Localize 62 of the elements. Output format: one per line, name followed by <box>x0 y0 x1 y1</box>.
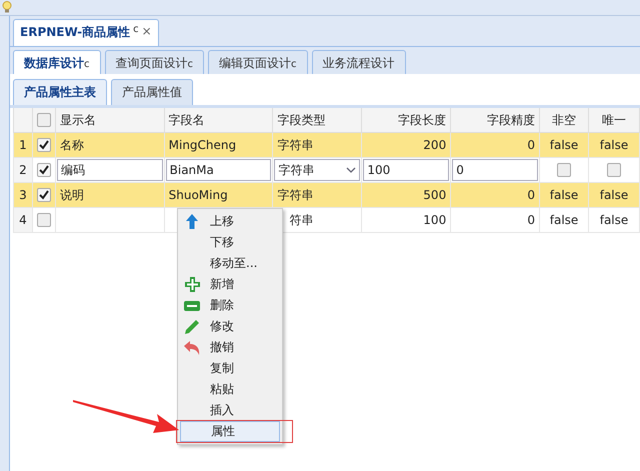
table-cell: false <box>600 188 628 202</box>
table-cell: 0 <box>527 138 536 152</box>
checkbox[interactable] <box>36 113 51 128</box>
table-cell: 200 <box>423 138 446 152</box>
table-cell: false <box>550 213 578 227</box>
tab[interactable]: 查询页面设计c <box>104 50 204 74</box>
tab[interactable]: 数据库设计c <box>13 50 100 74</box>
menu-item[interactable]: 新增 <box>180 274 280 295</box>
checkbox[interactable] <box>36 163 51 178</box>
table-cell: 0 <box>527 188 536 202</box>
pencil-icon <box>185 320 199 334</box>
column-header[interactable]: 字段名 <box>168 112 205 126</box>
checkbox[interactable] <box>557 163 572 178</box>
checkbox[interactable] <box>36 213 51 228</box>
input-field[interactable]: 100 <box>363 159 450 181</box>
menu-item[interactable]: 插入 <box>180 400 280 421</box>
input-field[interactable]: 编码 <box>56 159 163 181</box>
table-cell: 字符串 <box>277 188 314 202</box>
table-cell: 0 <box>527 213 536 227</box>
menu-item[interactable]: 移动至... <box>180 253 280 274</box>
menu-item[interactable]: 撤销 <box>180 337 280 358</box>
table-cell: 字符串 <box>277 138 314 152</box>
document-tab[interactable]: ERPNEW-商品属性 c × <box>13 19 159 46</box>
undo-icon <box>184 340 200 354</box>
tab[interactable]: 产品属性主表 <box>13 79 107 105</box>
table-cell: 名称 <box>60 138 84 152</box>
menu-item[interactable]: 删除 <box>180 295 280 316</box>
table-cell: false <box>550 138 578 152</box>
column-header[interactable]: 显示名 <box>60 112 96 126</box>
table-cell: 说明 <box>60 188 84 202</box>
checkbox[interactable] <box>36 188 51 202</box>
row-number: 4 <box>19 213 27 227</box>
tab[interactable]: 产品属性值 <box>111 79 193 105</box>
table-cell: false <box>550 188 578 202</box>
row-number: 3 <box>19 188 27 202</box>
checkbox[interactable] <box>36 138 51 152</box>
minus-icon <box>184 300 200 310</box>
plus-icon <box>184 277 200 292</box>
table-cell: false <box>600 138 628 152</box>
table-cell: ShuoMing <box>168 188 228 202</box>
menu-item[interactable]: 粘贴 <box>180 379 280 400</box>
menu-item[interactable]: 下移 <box>180 232 280 253</box>
row-number: 1 <box>19 138 27 152</box>
table-cell: false <box>600 213 628 227</box>
menu-item[interactable]: 修改 <box>180 316 280 337</box>
tab[interactable]: 编辑页面设计c <box>208 50 308 74</box>
row-number: 2 <box>19 163 27 177</box>
input-field[interactable]: BianMa <box>166 159 272 181</box>
menu-item[interactable]: 属性 <box>180 421 280 442</box>
lightbulb-icon <box>2 1 12 13</box>
tab[interactable]: 业务流程设计 <box>312 50 406 74</box>
caret-icon <box>346 167 356 173</box>
up-arrow-icon <box>186 214 198 229</box>
table-cell: 符串 <box>289 212 314 226</box>
menu-item[interactable]: 上移 <box>180 211 280 232</box>
dropdown-field[interactable]: 字符串 <box>274 159 360 181</box>
table-cell: 500 <box>423 188 446 202</box>
input-field[interactable]: 0 <box>452 159 538 181</box>
table-cell: MingCheng <box>168 138 236 152</box>
menu-item[interactable]: 复制 <box>180 358 280 379</box>
checkbox[interactable] <box>607 163 621 178</box>
table-cell: 100 <box>423 213 446 227</box>
